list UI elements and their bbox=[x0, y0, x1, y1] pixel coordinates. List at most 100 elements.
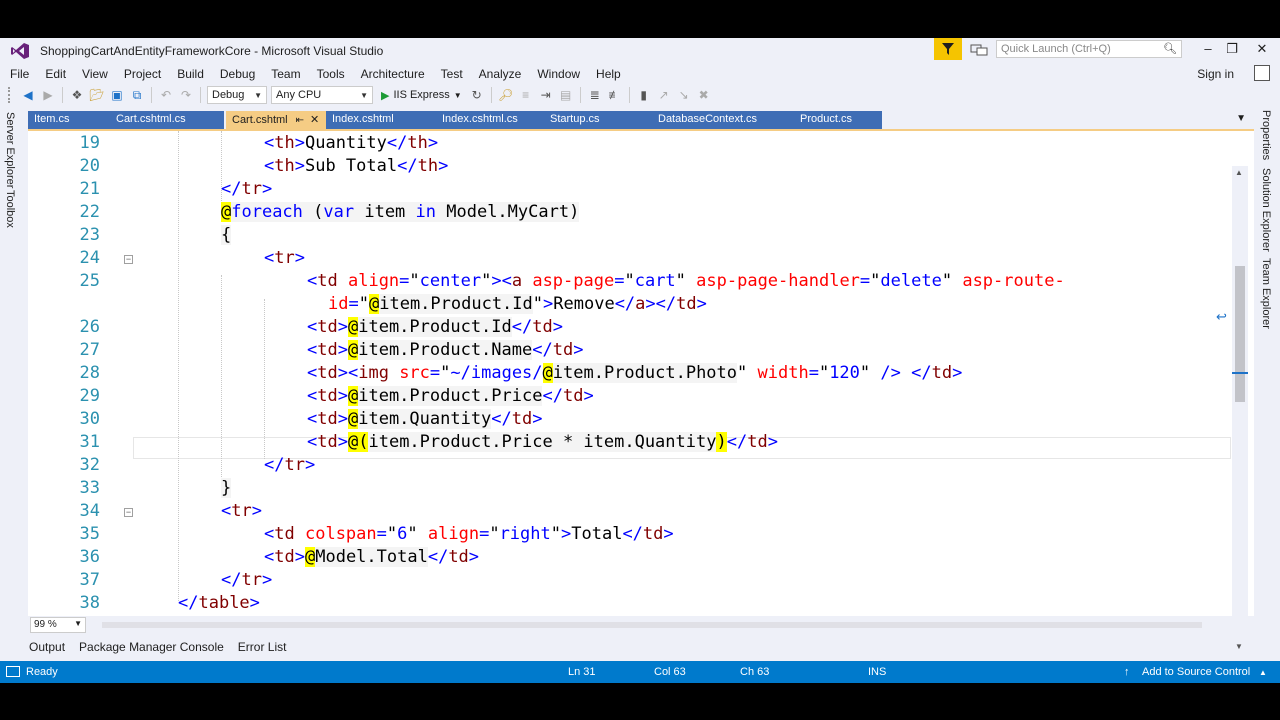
code-line: { bbox=[221, 225, 232, 245]
code-line: <td align="center"><a asp-page="cart" as… bbox=[307, 271, 1065, 291]
horizontal-scrollbar[interactable] bbox=[92, 620, 1232, 630]
notification-filter-button[interactable] bbox=[934, 38, 962, 60]
code-line: <td>@item.Product.Name</td> bbox=[307, 340, 584, 360]
caret-position-marker bbox=[1232, 372, 1248, 374]
menu-debug[interactable]: Debug bbox=[214, 67, 261, 81]
collapse-toggle-icon[interactable]: − bbox=[124, 508, 133, 517]
zoom-select[interactable]: 99 % ▼ bbox=[30, 617, 86, 633]
next-bookmark-icon[interactable]: ↘ bbox=[675, 86, 693, 104]
sign-in-link[interactable]: Sign in bbox=[1197, 67, 1234, 81]
minimize-button[interactable]: – bbox=[1196, 41, 1220, 59]
chevron-up-icon[interactable]: ▲ bbox=[1259, 668, 1267, 677]
menu-window[interactable]: Window bbox=[531, 67, 586, 81]
code-line: </tr> bbox=[221, 570, 273, 590]
menu-analyze[interactable]: Analyze bbox=[473, 67, 528, 81]
toolbox-tab[interactable]: Toolbox bbox=[4, 190, 16, 228]
status-bar: Ready Ln 31 Col 63 Ch 63 INS ↑ Add to So… bbox=[0, 661, 1280, 683]
menu-tools[interactable]: Tools bbox=[311, 67, 351, 81]
navigate-back-icon[interactable]: ◀ bbox=[19, 86, 37, 104]
toolbar-separator bbox=[200, 87, 201, 103]
menu-project[interactable]: Project bbox=[118, 67, 167, 81]
menu-team[interactable]: Team bbox=[265, 67, 306, 81]
menu-architecture[interactable]: Architecture bbox=[355, 67, 431, 81]
bookmark-icon[interactable]: ▮ bbox=[635, 86, 653, 104]
tab-label: Cart.cshtml.cs bbox=[116, 113, 186, 125]
tab-error-list[interactable]: Error List bbox=[233, 640, 292, 654]
restore-button[interactable]: ❐ bbox=[1220, 41, 1244, 59]
tab-overflow-chevron-icon[interactable]: ▼ bbox=[1236, 113, 1246, 124]
line-indicator: Ln 31 bbox=[568, 666, 596, 678]
properties-tab[interactable]: Properties bbox=[1260, 110, 1272, 160]
tab-item-cs[interactable]: Item.cs bbox=[28, 111, 110, 129]
title-bar: ShoppingCartAndEntityFrameworkCore - Mic… bbox=[0, 38, 1280, 64]
team-explorer-tab[interactable]: Team Explorer bbox=[1260, 258, 1272, 329]
save-all-icon[interactable]: ⧉ bbox=[128, 86, 146, 104]
solution-explorer-tab[interactable]: Solution Explorer bbox=[1260, 168, 1272, 252]
menu-help[interactable]: Help bbox=[590, 67, 627, 81]
server-explorer-tab[interactable]: Server Explorer bbox=[4, 112, 16, 188]
uncomment-icon[interactable]: ≢ bbox=[606, 86, 624, 104]
tab-cart-cshtml-cs[interactable]: Cart.cshtml.cs bbox=[110, 111, 224, 129]
toolbar-grip[interactable] bbox=[8, 87, 12, 103]
scrollbar-thumb[interactable] bbox=[1235, 266, 1245, 402]
line-number: 33 bbox=[79, 478, 100, 498]
undo-icon[interactable]: ↶ bbox=[157, 86, 175, 104]
step-icon[interactable]: ≡ bbox=[517, 86, 535, 104]
vertical-scrollbar[interactable]: ▲ ▼ bbox=[1232, 166, 1248, 654]
source-control-up-arrow-icon[interactable]: ↑ bbox=[1124, 666, 1130, 678]
start-debugging-button[interactable]: ▶ IIS Express ▼ bbox=[381, 89, 462, 102]
tab-cart-cshtml[interactable]: Cart.cshtml ⇤ ✕ bbox=[226, 111, 326, 129]
code-line: </table> bbox=[178, 593, 260, 613]
code-line: </tr> bbox=[264, 455, 316, 475]
tab-index-cshtml[interactable]: Index.cshtml bbox=[326, 111, 436, 129]
solution-configuration-select[interactable]: Debug ▼ bbox=[207, 86, 267, 104]
menu-build[interactable]: Build bbox=[171, 67, 210, 81]
redo-icon[interactable]: ↷ bbox=[177, 86, 195, 104]
line-number: 30 bbox=[79, 409, 100, 429]
collapse-toggle-icon[interactable]: − bbox=[124, 255, 133, 264]
refresh-icon[interactable]: ↻ bbox=[468, 86, 486, 104]
tab-databasecontext-cs[interactable]: DatabaseContext.cs bbox=[652, 111, 794, 129]
close-icon[interactable]: ✕ bbox=[310, 114, 319, 126]
account-icon[interactable] bbox=[1254, 65, 1270, 81]
tab-index-cshtml-cs[interactable]: Index.cshtml.cs bbox=[436, 111, 544, 129]
toolbar-separator bbox=[62, 87, 63, 103]
code-line: <th>Sub Total</th> bbox=[264, 156, 449, 176]
menu-view[interactable]: View bbox=[76, 67, 114, 81]
pin-icon[interactable]: ⇤ bbox=[296, 115, 304, 126]
line-number: 37 bbox=[79, 570, 100, 590]
comment-out-icon[interactable]: ≣ bbox=[586, 86, 604, 104]
document-tab-well: Item.cs Cart.cshtml.cs Cart.cshtml ⇤ ✕ Ind… bbox=[28, 111, 1254, 129]
window-title: ShoppingCartAndEntityFrameworkCore - Mic… bbox=[40, 44, 384, 58]
tab-output[interactable]: Output bbox=[24, 640, 70, 654]
tool-window-tabs: Output Package Manager Console Error Lis… bbox=[24, 635, 1254, 659]
new-project-icon[interactable]: ❖ bbox=[68, 86, 86, 104]
feedback-icon[interactable] bbox=[970, 42, 988, 58]
clear-bookmarks-icon[interactable]: ✖ bbox=[695, 86, 713, 104]
add-to-source-control-button[interactable]: Add to Source Control bbox=[1142, 666, 1250, 678]
solution-configuration-value: Debug bbox=[212, 89, 245, 101]
save-icon[interactable]: ▣ bbox=[108, 86, 126, 104]
find-in-files-icon[interactable]: 🔎︎ bbox=[497, 86, 515, 104]
visual-studio-window: ShoppingCartAndEntityFrameworkCore - Mic… bbox=[0, 38, 1280, 683]
format-icon[interactable]: ▤ bbox=[557, 86, 575, 104]
solution-platform-select[interactable]: Any CPU ▼ bbox=[271, 86, 373, 104]
scrollbar-thumb[interactable] bbox=[102, 622, 1202, 628]
tab-package-manager-console[interactable]: Package Manager Console bbox=[74, 640, 229, 654]
menu-file[interactable]: File bbox=[4, 67, 35, 81]
menu-edit[interactable]: Edit bbox=[39, 67, 72, 81]
quick-launch-input[interactable]: Quick Launch (Ctrl+Q) 🔍︎ bbox=[996, 40, 1182, 58]
menu-test[interactable]: Test bbox=[435, 67, 469, 81]
filter-icon bbox=[942, 43, 954, 55]
navigate-forward-icon[interactable]: ▶ bbox=[39, 86, 57, 104]
line-number: 26 bbox=[79, 317, 100, 337]
previous-bookmark-icon[interactable]: ↗ bbox=[655, 86, 673, 104]
scroll-up-icon[interactable]: ▲ bbox=[1235, 168, 1243, 177]
open-file-icon[interactable]: 📂︎ bbox=[88, 86, 106, 104]
tab-label: Product.cs bbox=[800, 113, 852, 125]
tab-startup-cs[interactable]: Startup.cs bbox=[544, 111, 652, 129]
toggle-step-icon[interactable]: ⇥ bbox=[537, 86, 555, 104]
close-window-button[interactable]: ✕ bbox=[1250, 41, 1274, 59]
tab-product-cs[interactable]: Product.cs bbox=[794, 111, 882, 129]
code-editor[interactable]: 19 20 21 22 23 24 25 26 27 28 29 30 31 3… bbox=[28, 131, 1254, 616]
